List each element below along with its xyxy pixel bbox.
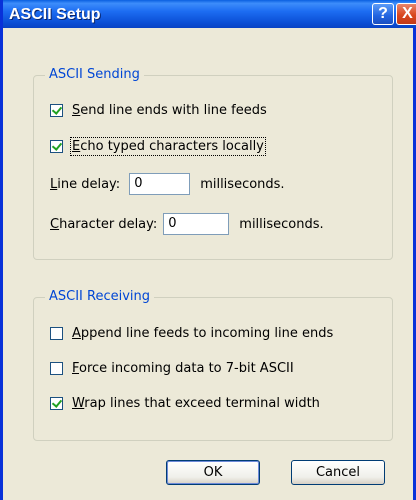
wrap-lines-check-box[interactable] <box>50 397 63 410</box>
echo-typed-check-box[interactable] <box>50 140 63 153</box>
help-icon: ? <box>378 5 388 22</box>
send-line-ends-label: Send line ends with line feeds <box>72 103 267 118</box>
append-line-feeds-checkbox[interactable]: Append line feeds to incoming line ends <box>50 326 333 341</box>
title-bar[interactable]: ASCII Setup ? X <box>3 0 416 28</box>
force-7bit-checkbox[interactable]: Force incoming data to 7-bit ASCII <box>50 361 294 376</box>
char-delay-input[interactable]: 0 <box>163 213 230 235</box>
echo-typed-label: Echo typed characters locally <box>70 137 266 156</box>
char-delay-units: milliseconds. <box>239 216 324 232</box>
send-line-ends-checkbox[interactable]: Send line ends with line feeds <box>50 103 267 118</box>
ok-button[interactable]: OK <box>166 460 260 485</box>
cancel-button[interactable]: Cancel <box>291 460 385 485</box>
ascii-setup-dialog: ASCII Setup ? X ASCII Sending Send line … <box>0 0 416 500</box>
force-7bit-label: Force incoming data to 7-bit ASCII <box>72 361 294 376</box>
line-delay-label: Line delay: <box>50 176 121 192</box>
char-delay-label: Character delay: <box>50 216 158 232</box>
char-delay-row: Character delay: 0 milliseconds. <box>50 213 324 235</box>
ascii-receiving-legend: ASCII Receiving <box>45 289 155 305</box>
line-delay-input[interactable]: 0 <box>129 173 191 195</box>
cancel-button-label: Cancel <box>315 465 361 480</box>
append-line-feeds-label: Append line feeds to incoming line ends <box>72 326 334 341</box>
wrap-lines-label: Wrap lines that exceed terminal width <box>72 396 320 411</box>
line-delay-units: milliseconds. <box>200 176 285 192</box>
wrap-lines-checkbox[interactable]: Wrap lines that exceed terminal width <box>50 396 320 411</box>
ok-button-label: OK <box>203 465 223 480</box>
send-line-ends-check-box[interactable] <box>50 104 63 117</box>
close-button[interactable]: X <box>396 3 416 25</box>
help-button[interactable]: ? <box>372 3 394 25</box>
ascii-sending-legend: ASCII Sending <box>45 67 144 83</box>
dialog-title: ASCII Setup <box>9 6 101 23</box>
force-7bit-check-box[interactable] <box>50 362 63 375</box>
append-line-feeds-check-box[interactable] <box>50 327 63 340</box>
close-icon: X <box>402 5 413 22</box>
line-delay-row: Line delay: 0 milliseconds. <box>50 173 285 195</box>
echo-typed-checkbox[interactable]: Echo typed characters locally <box>50 137 266 156</box>
